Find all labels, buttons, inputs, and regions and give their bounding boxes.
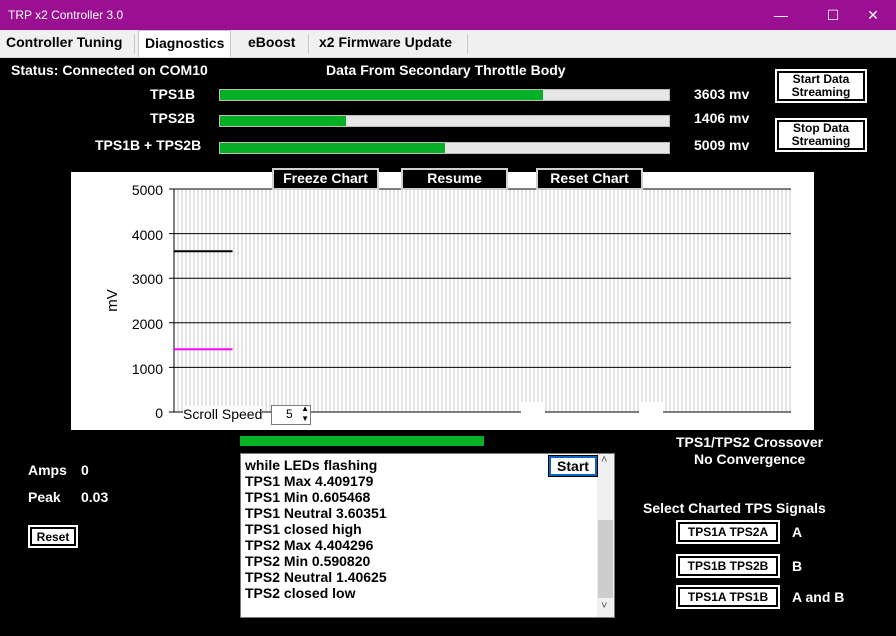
tps2b-bar (219, 115, 670, 127)
resume-button[interactable]: Resume (401, 168, 508, 190)
tps-sum-value: 5009 mv (694, 137, 750, 153)
log-line: TPS2 Min 0.590820 (245, 553, 371, 569)
tps-sum-label: TPS1B + TPS2B (95, 137, 202, 153)
crossover-title: TPS1/TPS2 Crossover (676, 434, 824, 450)
chart-gap (639, 402, 663, 414)
tps2b-bar-fill (220, 116, 346, 126)
spinner-down-icon[interactable]: ▼ (301, 414, 309, 423)
progress-bar-fill (240, 436, 484, 446)
log-line: TPS1 Min 0.605468 (245, 489, 371, 505)
tps-sum-bar-fill (220, 143, 445, 153)
crossover-result: No Convergence (694, 451, 806, 467)
section-title: Data From Secondary Throttle Body (326, 62, 566, 78)
scroll-up-icon[interactable]: ˄ (601, 454, 607, 466)
log-line: TPS2 Neutral 1.40625 (245, 569, 387, 585)
select-title: Select Charted TPS Signals (643, 500, 826, 516)
tab-bar: Controller Tuning Diagnostics eBoost x2 … (0, 30, 896, 58)
select-ab-label: A and B (792, 589, 845, 605)
select-a-label: A (792, 524, 803, 540)
log-line: TPS2 Max 4.404296 (245, 537, 374, 553)
peak-label: Peak (28, 489, 61, 505)
tps-sum-bar (219, 142, 670, 154)
spinner-up-icon[interactable]: ▲ (301, 404, 309, 413)
tps1b-label: TPS1B (150, 86, 196, 102)
scroll-speed-label: Scroll Speed (183, 406, 263, 422)
progress-bar (240, 436, 484, 446)
stop-streaming-button[interactable]: Stop Data Streaming (775, 118, 867, 152)
tab-separator (308, 34, 309, 54)
tps1b-bar (219, 89, 670, 101)
tab-separator (467, 34, 468, 54)
scroll-thumb[interactable] (598, 520, 613, 598)
amps-value: 0 (81, 462, 89, 478)
reset-button[interactable]: Reset (28, 525, 78, 548)
tps1b-bar-fill (220, 90, 544, 100)
chart-plot (169, 188, 791, 414)
chart-panel: 5000 4000 3000 2000 1000 0 mV Scroll Spe… (71, 172, 814, 430)
select-b-label: B (792, 558, 803, 574)
chart-gap (521, 402, 545, 414)
freeze-chart-button[interactable]: Freeze Chart (272, 168, 379, 190)
scroll-speed-value: 5 (286, 407, 293, 421)
chart-grid (169, 188, 791, 413)
tab-diagnostics[interactable]: Diagnostics (138, 30, 232, 57)
log-scrollbar[interactable]: ˄ ˅ (597, 454, 614, 617)
results-log[interactable]: while LEDs flashing TPS1 Max 4.409179 TP… (240, 453, 615, 618)
amps-label: Amps (28, 462, 67, 478)
window-title: TRP x2 Controller 3.0 (8, 8, 124, 22)
log-line: TPS1 Neutral 3.60351 (245, 505, 387, 521)
title-bar: TRP x2 Controller 3.0 — ☐ ✕ (0, 0, 896, 30)
tps2b-value: 1406 mv (694, 110, 750, 126)
log-line: TPS1 closed high (245, 521, 362, 537)
scroll-down-icon[interactable]: ˅ (601, 600, 607, 612)
tps1b-value: 3603 mv (694, 86, 750, 102)
tab-controller-tuning[interactable]: Controller Tuning (0, 32, 128, 55)
select-a-button[interactable]: TPS1A TPS2A (676, 520, 780, 544)
tab-eboost[interactable]: eBoost (242, 32, 301, 55)
peak-value: 0.03 (81, 489, 109, 505)
scroll-speed-spinner[interactable]: 5 ▲ ▼ (271, 404, 311, 425)
start-streaming-button[interactable]: Start Data Streaming (775, 69, 867, 103)
tab-separator (134, 34, 135, 54)
start-button[interactable]: Start (548, 455, 598, 477)
log-line: TPS2 closed low (245, 585, 356, 601)
status-text: Status: Connected on COM10 (11, 62, 208, 78)
select-b-button[interactable]: TPS1B TPS2B (676, 554, 780, 578)
minimize-button[interactable]: — (758, 0, 804, 30)
reset-chart-button[interactable]: Reset Chart (536, 168, 643, 190)
tab-firmware-update[interactable]: x2 Firmware Update (313, 32, 458, 55)
close-button[interactable]: ✕ (850, 0, 896, 30)
tps2b-label: TPS2B (150, 110, 196, 126)
select-ab-button[interactable]: TPS1A TPS1B (676, 585, 780, 609)
